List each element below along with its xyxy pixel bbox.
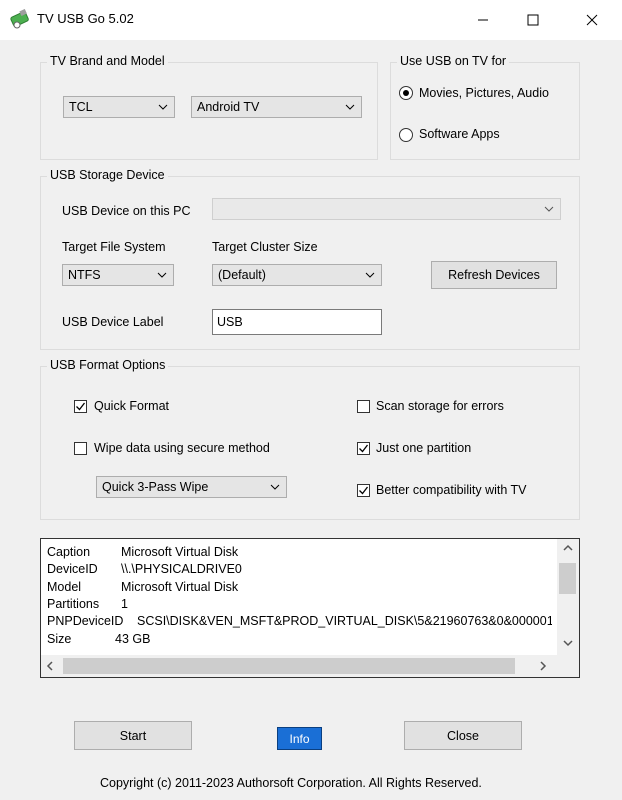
info-row: Model Microsoft Virtual Disk bbox=[47, 580, 238, 594]
device-info-box[interactable]: Caption Microsoft Virtual Disk DeviceID \\… bbox=[40, 538, 580, 678]
checkmark-icon bbox=[359, 444, 369, 453]
scan-errors-label: Scan storage for errors bbox=[376, 399, 504, 413]
window-title: TV USB Go 5.02 bbox=[37, 11, 134, 26]
start-button[interactable]: Start bbox=[74, 721, 192, 750]
info-key: DeviceID bbox=[47, 562, 98, 576]
volume-label-input[interactable]: USB bbox=[212, 309, 382, 335]
one-partition-label: Just one partition bbox=[376, 441, 472, 455]
radio-media-label: Movies, Pictures, Audio bbox=[419, 86, 549, 100]
info-value: \\.\PHYSICALDRIVE0 bbox=[121, 562, 242, 576]
maximize-button[interactable] bbox=[510, 0, 556, 40]
usb-device-select[interactable] bbox=[212, 198, 561, 220]
usb-use-legend: Use USB on TV for bbox=[397, 54, 510, 68]
info-value: Microsoft Virtual Disk bbox=[121, 580, 239, 594]
close-icon bbox=[586, 14, 598, 26]
refresh-devices-button[interactable]: Refresh Devices bbox=[431, 261, 557, 289]
info-value: 43 GB bbox=[115, 632, 151, 646]
info-row: Caption Microsoft Virtual Disk bbox=[47, 545, 238, 559]
maximize-icon bbox=[527, 14, 539, 26]
close-label: Close bbox=[447, 728, 479, 743]
info-value: SCSI\DISK&VEN_MSFT&PROD_VIRTUAL_DISK\5&2… bbox=[137, 614, 552, 628]
tv-compat-checkbox[interactable] bbox=[357, 484, 370, 497]
vertical-scrollbar[interactable] bbox=[557, 539, 579, 655]
wipe-method-value: Quick 3-Pass Wipe bbox=[102, 480, 209, 494]
usb-app-icon bbox=[10, 9, 29, 29]
tv-compat-label: Better compatibility with TV bbox=[376, 483, 527, 497]
tv-model-value: Android TV bbox=[197, 100, 260, 114]
info-key: Size bbox=[47, 632, 72, 646]
info-label: Info bbox=[289, 731, 310, 746]
wipe-method-select[interactable]: Quick 3-Pass Wipe bbox=[96, 476, 287, 498]
title-bar: TV USB Go 5.02 bbox=[0, 0, 622, 40]
radio-apps[interactable] bbox=[399, 128, 413, 142]
refresh-devices-label: Refresh Devices bbox=[448, 268, 540, 282]
minimize-button[interactable] bbox=[460, 0, 506, 40]
checkmark-icon bbox=[359, 486, 369, 495]
tv-brand-value: TCL bbox=[69, 100, 93, 114]
secure-wipe-label: Wipe data using secure method bbox=[94, 441, 270, 455]
scroll-up-icon[interactable] bbox=[563, 544, 573, 552]
file-system-value: NTFS bbox=[68, 268, 101, 282]
chevron-down-icon bbox=[345, 104, 355, 110]
tv-brand-legend: TV Brand and Model bbox=[47, 54, 168, 68]
usb-device-label: USB Device on this PC bbox=[62, 204, 191, 218]
start-label: Start bbox=[119, 728, 147, 743]
cluster-size-value: (Default) bbox=[218, 268, 266, 282]
info-row: Size 43 GB bbox=[47, 632, 150, 646]
quick-format-label: Quick Format bbox=[94, 399, 170, 413]
quick-format-checkbox[interactable] bbox=[74, 400, 87, 413]
scroll-right-icon[interactable] bbox=[539, 661, 547, 671]
horizontal-scroll-thumb[interactable] bbox=[63, 658, 515, 674]
format-legend: USB Format Options bbox=[47, 358, 169, 372]
cluster-size-select[interactable]: (Default) bbox=[212, 264, 382, 286]
minimize-icon bbox=[478, 19, 488, 21]
info-row: PNPDeviceID SCSI\DISK&VEN_MSFT&PROD_VIRTU… bbox=[47, 614, 552, 628]
info-row: DeviceID \\.\PHYSICALDRIVE0 bbox=[47, 562, 242, 576]
cluster-size-label: Target Cluster Size bbox=[212, 240, 318, 254]
info-button[interactable]: Info bbox=[277, 727, 322, 750]
close-window-button[interactable] bbox=[569, 0, 615, 40]
tv-brand-select[interactable]: TCL bbox=[63, 96, 175, 118]
storage-legend: USB Storage Device bbox=[47, 168, 168, 182]
radio-apps-label: Software Apps bbox=[419, 127, 500, 141]
info-row: Partitions 1 bbox=[47, 597, 128, 611]
file-system-select[interactable]: NTFS bbox=[62, 264, 174, 286]
tv-model-select[interactable]: Android TV bbox=[191, 96, 362, 118]
secure-wipe-checkbox[interactable] bbox=[74, 442, 87, 455]
checkmark-icon bbox=[76, 402, 86, 411]
scroll-corner bbox=[557, 655, 579, 677]
info-key: PNPDeviceID bbox=[47, 614, 124, 628]
info-value: 1 bbox=[121, 597, 128, 611]
scan-errors-checkbox[interactable] bbox=[357, 400, 370, 413]
radio-media[interactable] bbox=[399, 86, 413, 100]
file-system-label: Target File System bbox=[62, 240, 166, 254]
scroll-down-icon[interactable] bbox=[563, 639, 573, 647]
vertical-scroll-thumb[interactable] bbox=[559, 563, 576, 594]
info-key: Caption bbox=[47, 545, 91, 559]
info-key: Partitions bbox=[47, 597, 100, 611]
chevron-down-icon bbox=[270, 484, 280, 490]
chevron-down-icon bbox=[158, 104, 168, 110]
horizontal-scrollbar[interactable] bbox=[41, 655, 557, 677]
chevron-down-icon bbox=[157, 272, 167, 278]
chevron-down-icon bbox=[544, 206, 554, 212]
volume-label-value: USB bbox=[217, 315, 243, 329]
scroll-left-icon[interactable] bbox=[46, 661, 54, 671]
usb-use-group: Use USB on TV for bbox=[390, 54, 580, 160]
volume-label-label: USB Device Label bbox=[62, 315, 164, 329]
one-partition-checkbox[interactable] bbox=[357, 442, 370, 455]
info-value: Microsoft Virtual Disk bbox=[121, 545, 239, 559]
info-key: Model bbox=[47, 580, 82, 594]
close-button[interactable]: Close bbox=[404, 721, 522, 750]
chevron-down-icon bbox=[365, 272, 375, 278]
copyright-text: Copyright (c) 2011-2023 Authorsoft Corpo… bbox=[100, 776, 482, 790]
